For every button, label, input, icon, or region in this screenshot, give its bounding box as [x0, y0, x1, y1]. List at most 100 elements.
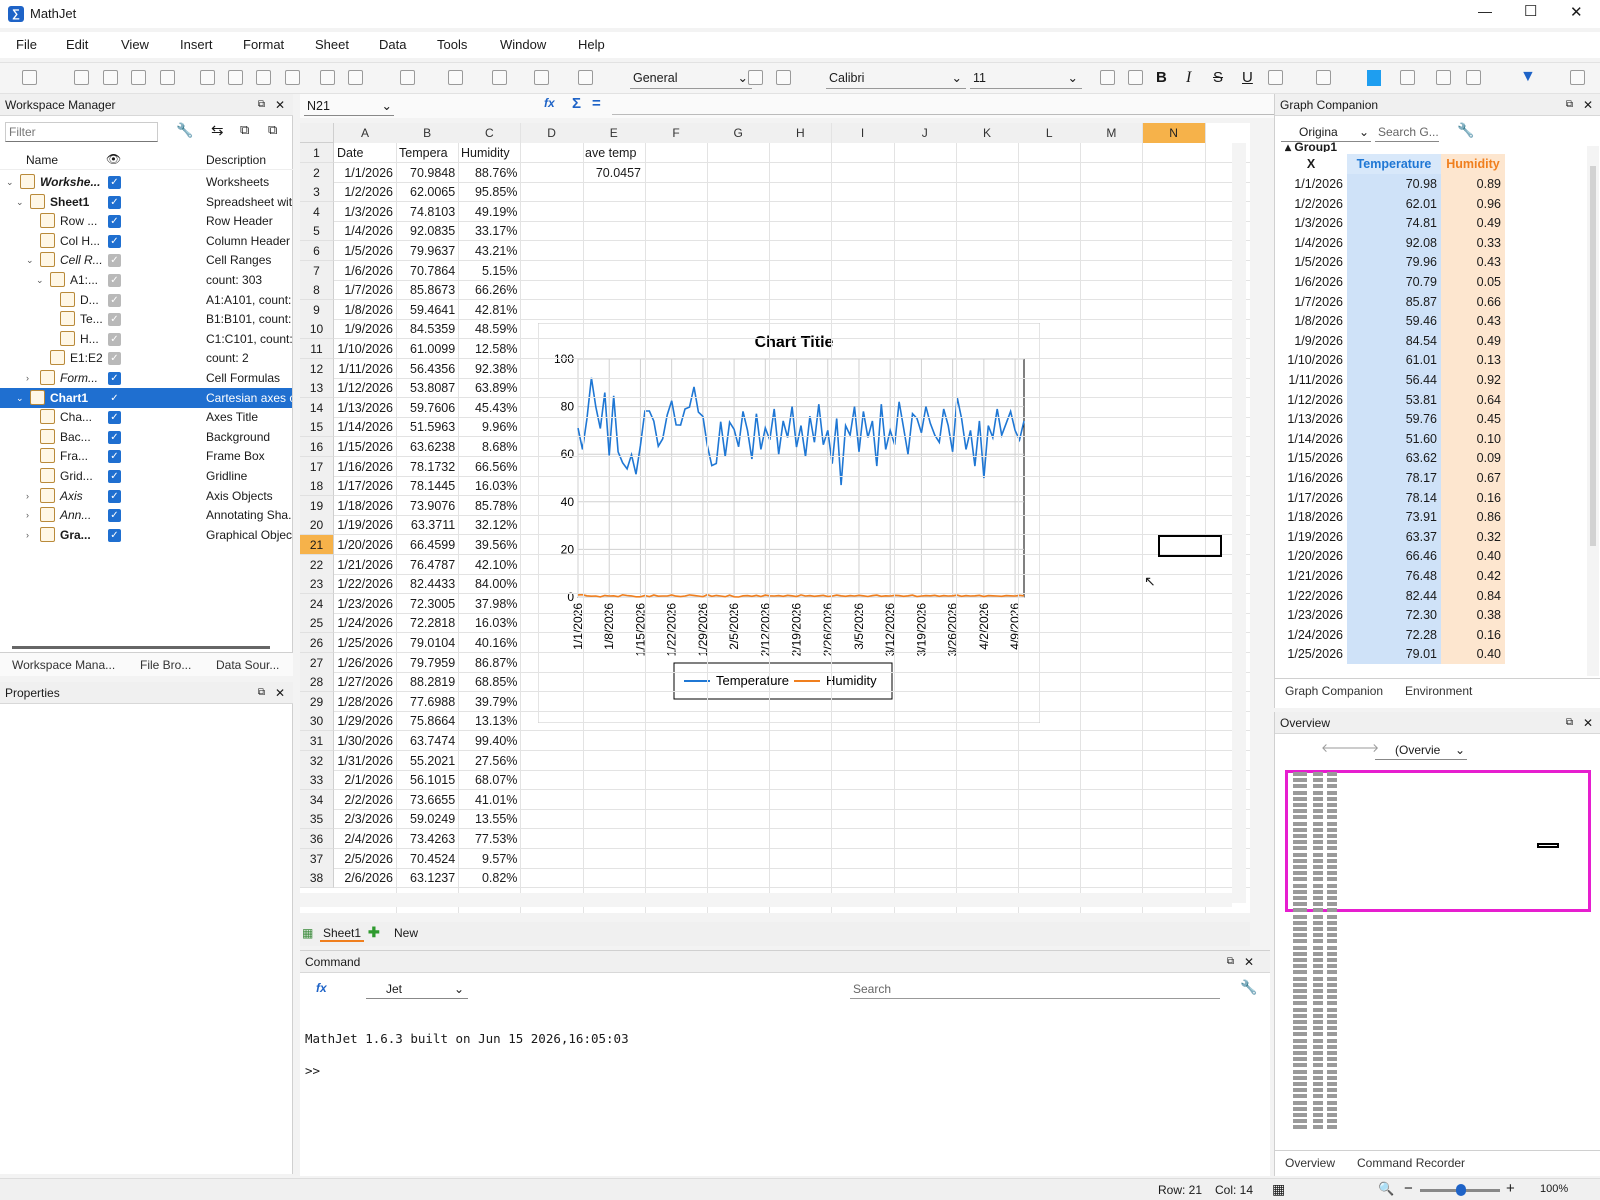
column-header[interactable]: C — [458, 123, 522, 143]
graph-table-cell[interactable]: 59.76 — [1347, 409, 1441, 430]
overview-tab[interactable]: Overview — [1285, 1156, 1335, 1170]
table-icon[interactable] — [400, 70, 415, 85]
decrease-decimal-icon[interactable] — [776, 70, 791, 85]
table-cell[interactable]: 70.7864 — [396, 261, 458, 281]
graph-table-cell[interactable]: 76.48 — [1347, 566, 1441, 586]
graph-table-cell[interactable]: 0.38 — [1441, 605, 1505, 626]
font-select[interactable]: Calibri ⌄ — [826, 67, 966, 89]
table-cell[interactable]: 13.13% — [458, 711, 520, 731]
chevron-right-icon[interactable]: › — [26, 525, 29, 545]
visibility-checkbox[interactable]: ✓ — [108, 215, 121, 229]
table-cell[interactable]: 1/20/2026 — [334, 535, 396, 555]
table-cell[interactable]: 63.7474 — [396, 731, 458, 751]
close-icon[interactable]: ✕ — [1583, 712, 1593, 734]
graph-table-cell[interactable]: 1/25/2026 — [1275, 644, 1347, 664]
graph-table-cell[interactable]: 84.54 — [1347, 330, 1441, 351]
visibility-checkbox[interactable]: ✓ — [108, 332, 121, 346]
row-header[interactable]: 33 — [300, 770, 334, 791]
sheet-tab-sheet1[interactable]: Sheet1 — [320, 926, 365, 942]
column-header[interactable]: B — [396, 123, 460, 143]
graph-table-cell[interactable]: 1/7/2026 — [1275, 292, 1347, 312]
zoom-slider-thumb[interactable] — [1456, 1184, 1466, 1196]
table-cell[interactable]: 16.03% — [458, 476, 520, 496]
table-cell[interactable]: 37.98% — [458, 594, 520, 614]
visibility-checkbox[interactable]: ✓ — [108, 352, 121, 366]
graph-table-cell[interactable]: 1/9/2026 — [1275, 331, 1347, 351]
table-cell[interactable]: 1/31/2026 — [334, 751, 396, 771]
row-header[interactable]: 38 — [300, 868, 334, 889]
graph-table-cell[interactable]: 0.49 — [1441, 330, 1505, 351]
cell-date-header[interactable]: Date — [334, 143, 396, 163]
float-icon[interactable]: ⧉ — [1227, 951, 1234, 973]
workspace-tab[interactable]: File Bro... — [140, 658, 191, 672]
table-cell[interactable]: 1/6/2026 — [334, 261, 396, 281]
cell-temp-header[interactable]: Tempera — [396, 143, 458, 163]
row-header[interactable]: 15 — [300, 417, 334, 438]
collapse-icon[interactable]: ⧉ — [240, 122, 249, 138]
visibility-checkbox[interactable]: ✓ — [108, 470, 121, 483]
graph-table-cell[interactable]: 70.98 — [1347, 174, 1441, 194]
table-cell[interactable]: 40.16% — [458, 633, 520, 653]
row-header[interactable]: 6 — [300, 241, 334, 261]
save-icon[interactable] — [103, 70, 118, 85]
column-header[interactable]: L — [1018, 123, 1082, 143]
graph-table-cell[interactable]: 1/19/2026 — [1275, 527, 1347, 547]
row-header[interactable]: 8 — [300, 280, 334, 301]
table-cell[interactable]: 1/4/2026 — [334, 221, 396, 241]
row-header[interactable]: 17 — [300, 456, 334, 477]
row-header[interactable]: 3 — [300, 182, 334, 203]
font-size-select[interactable]: 11 ⌄ — [970, 67, 1082, 89]
more-icon[interactable] — [1400, 70, 1415, 85]
graph-table-cell[interactable]: 0.13 — [1441, 350, 1505, 371]
fill-color-icon[interactable] — [1367, 70, 1381, 86]
graph-table-cell[interactable]: 1/6/2026 — [1275, 272, 1347, 292]
chevron-down-icon[interactable]: ⌄ — [36, 270, 44, 290]
close-button[interactable]: ✕ — [1570, 3, 1583, 21]
table-cell[interactable]: 0.82% — [458, 868, 520, 888]
graph-table-cell[interactable]: 82.44 — [1347, 585, 1441, 606]
visibility-checkbox[interactable]: ✓ — [108, 274, 121, 287]
chart-insert-icon[interactable] — [492, 70, 507, 85]
table-cell[interactable]: 9.96% — [458, 417, 520, 437]
row-header[interactable]: 11 — [300, 339, 334, 359]
row-header[interactable]: 19 — [300, 495, 334, 516]
menu-format[interactable]: Format — [243, 37, 284, 52]
chevron-down-icon[interactable]: ⌄ — [26, 250, 34, 270]
paste-icon[interactable] — [256, 70, 271, 85]
row-header[interactable]: 23 — [300, 574, 334, 595]
table-cell[interactable]: 45.43% — [458, 398, 520, 418]
table-cell[interactable]: 1/21/2026 — [334, 555, 396, 575]
graph-source-select[interactable]: Origina ⌄ — [1281, 122, 1371, 142]
table-cell[interactable]: 1/9/2026 — [334, 319, 396, 339]
table-cell[interactable]: 49.19% — [458, 202, 520, 222]
row-header[interactable]: 30 — [300, 711, 334, 732]
graph-table-cell[interactable]: 0.96 — [1441, 193, 1505, 214]
table-cell[interactable]: 2/5/2026 — [334, 849, 396, 869]
close-icon[interactable]: ✕ — [275, 94, 285, 116]
tree-row[interactable]: Grid... ✓ Gridline — [0, 466, 292, 486]
underline-icon[interactable]: U — [1242, 69, 1253, 86]
visibility-checkbox[interactable]: ✓ — [108, 234, 121, 248]
table-cell[interactable]: 63.3711 — [396, 515, 458, 535]
graph-table-cell[interactable]: 1/3/2026 — [1275, 213, 1347, 233]
sheet-hscroll[interactable] — [300, 893, 1232, 907]
graph-table-cell[interactable]: 92.08 — [1347, 232, 1441, 253]
table-cell[interactable]: 42.81% — [458, 300, 520, 320]
more-icon[interactable] — [1466, 70, 1481, 85]
row-header[interactable]: 24 — [300, 593, 334, 614]
column-header[interactable]: F — [645, 123, 708, 143]
sum-icon[interactable]: Σ — [572, 95, 581, 112]
filter-input[interactable]: Filter — [5, 122, 158, 142]
table-cell[interactable]: 32.12% — [458, 515, 520, 535]
equals-icon[interactable]: = — [592, 95, 601, 112]
comment-icon[interactable] — [448, 70, 463, 85]
menu-tools[interactable]: Tools — [437, 37, 467, 52]
row-header[interactable]: 2 — [300, 162, 334, 183]
row-header[interactable]: 14 — [300, 397, 334, 418]
overview-tab[interactable]: Command Recorder — [1357, 1156, 1465, 1170]
grid-view-icon[interactable]: ▦ — [1272, 1181, 1285, 1198]
table-cell[interactable]: 61.0099 — [396, 339, 458, 359]
graph-table-cell[interactable]: 0.45 — [1441, 409, 1505, 430]
table-cell[interactable]: 73.9076 — [396, 496, 458, 516]
column-header[interactable]: E — [582, 123, 646, 143]
